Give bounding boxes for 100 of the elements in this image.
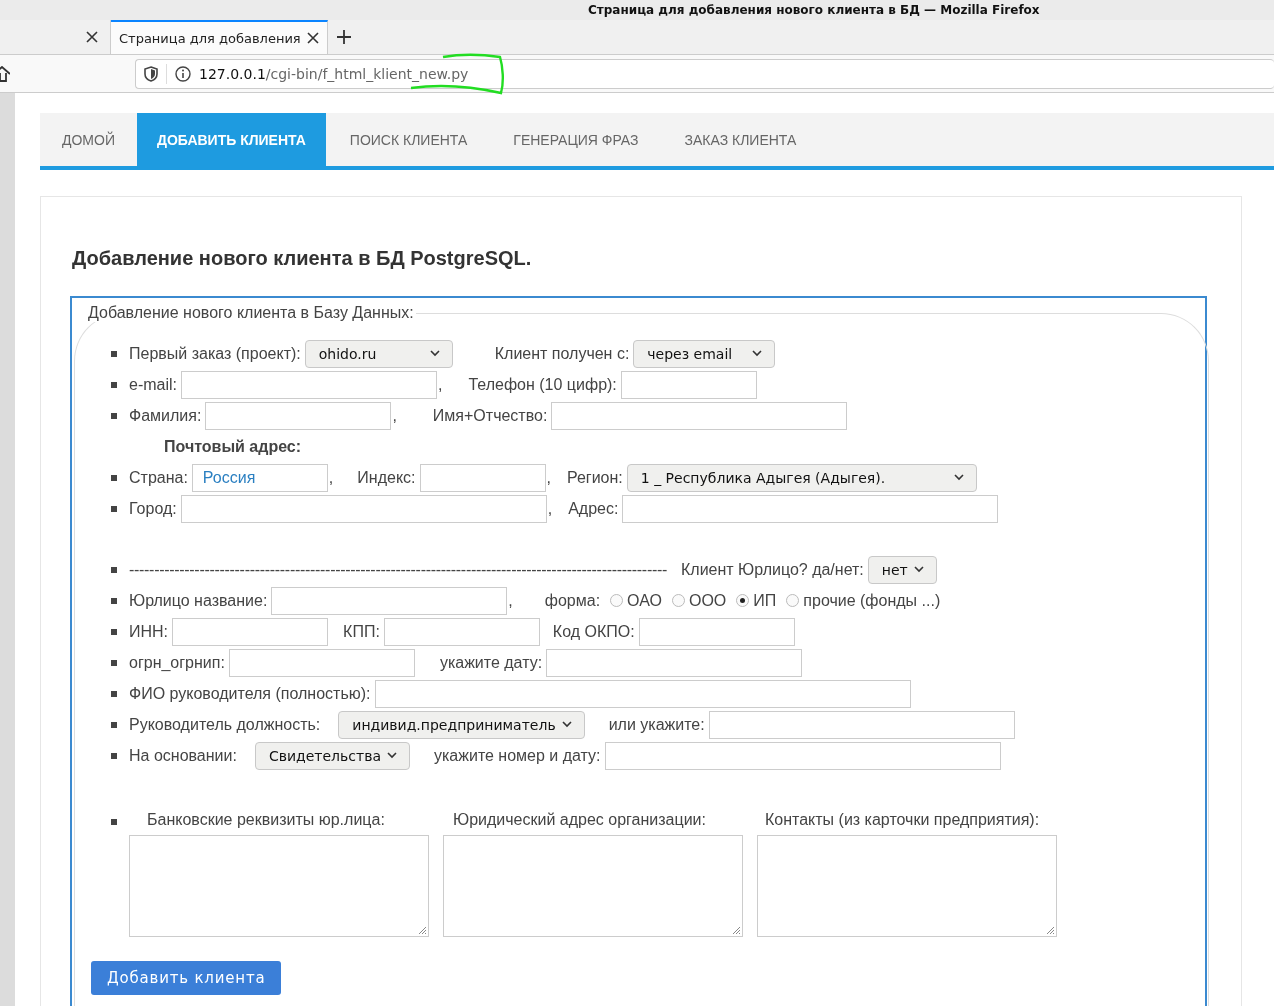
input-field[interactable]: [172, 617, 329, 646]
chevron-icon: [752, 350, 763, 357]
browser-tab[interactable]: Страница для добавления: [111, 20, 328, 54]
field-label: Город:: [129, 499, 177, 518]
window-title: Страница для добавления нового клиента в БД — Mozilla Firefox: [588, 3, 1040, 17]
comma-text: ,: [546, 468, 551, 487]
text-area[interactable]: [757, 835, 1057, 937]
comma-text: ,: [328, 468, 334, 487]
input-field[interactable]: [620, 370, 757, 399]
field-label: Руководитель должность:: [129, 715, 321, 734]
input-field[interactable]: Россия: [191, 463, 328, 492]
radio-button[interactable]: [736, 594, 750, 607]
add-client-button[interactable]: Добавить клиента: [91, 961, 282, 995]
input-field[interactable]: [604, 741, 1001, 770]
input-field[interactable]: [638, 617, 795, 646]
radio-button[interactable]: [671, 594, 685, 607]
resize-handle-icon[interactable]: [1046, 926, 1055, 935]
field-label: огрн_огрнип:: [129, 653, 225, 672]
radio-option[interactable]: ИП: [736, 591, 777, 610]
bullet-icon: [111, 566, 117, 573]
resize-handle-icon[interactable]: [732, 926, 741, 935]
bullet-icon: [111, 819, 117, 825]
bullet-icon: [111, 721, 117, 728]
field-label: Страна:: [129, 468, 188, 487]
input-field[interactable]: [546, 648, 803, 677]
input-field[interactable]: [374, 679, 911, 708]
field-label: Адрес:: [568, 499, 619, 518]
field-label: Телефон (10 цифр):: [468, 375, 617, 394]
bullet-icon: [111, 628, 117, 635]
input-field[interactable]: [622, 494, 999, 523]
field-label: Первый заказ (проект):: [129, 344, 301, 363]
comma-text: ,: [438, 375, 443, 394]
radio-option[interactable]: ОАО: [610, 591, 662, 610]
radio-option[interactable]: ООО: [671, 591, 727, 610]
resize-handle-icon[interactable]: [418, 926, 427, 935]
dropdown[interactable]: 1 _ Республика Адыгея (Адыгея).: [626, 463, 977, 492]
field-label: Регион:: [566, 468, 623, 487]
url-text: 127.0.0.1/cgi-bin/f_html_klient_new.py: [199, 65, 469, 82]
field-label: Юрлицо название:: [129, 591, 268, 610]
chevron-icon: [913, 566, 924, 573]
form-legend: Добавление нового клиента в Базу Данных:: [88, 304, 416, 322]
field-label: Имя+Отчество:: [432, 406, 548, 425]
field-label: Банковские реквизиты юр.лица:: [146, 811, 386, 829]
field-label: e-mail:: [129, 375, 177, 394]
input-field[interactable]: [181, 370, 437, 399]
menu-item[interactable]: ГЕНЕРАЦИЯ ФРАЗ: [489, 113, 661, 166]
close-icon[interactable]: [86, 31, 98, 43]
bullet-icon: [111, 474, 117, 481]
tab-title: Страница для добавления: [119, 30, 301, 46]
dropdown[interactable]: через email: [633, 339, 776, 368]
section-heading: Почтовый адрес:: [164, 437, 302, 456]
field-label: Контакты (из карточки предприятия):: [764, 811, 1041, 829]
new-tab-icon[interactable]: [335, 29, 352, 45]
dropdown[interactable]: ohido.ru: [304, 339, 453, 368]
input-field[interactable]: [551, 401, 848, 430]
dropdown[interactable]: нет: [867, 555, 937, 584]
field-label: Юридический адрес организации:: [452, 811, 707, 829]
radio-button[interactable]: [786, 594, 800, 607]
radio-option[interactable]: прочие (фонды ...): [786, 591, 941, 610]
bullet-icon: [111, 690, 117, 697]
text-area[interactable]: [129, 835, 429, 937]
bullet-icon: [111, 350, 117, 357]
input-field[interactable]: [205, 401, 392, 430]
info-icon: [175, 65, 191, 82]
input-field[interactable]: [419, 463, 546, 492]
text-area[interactable]: [443, 835, 743, 937]
chevron-icon: [387, 752, 397, 759]
dropdown[interactable]: индивид.предприниматель: [338, 710, 585, 739]
field-label: Клиент получен с:: [494, 344, 630, 363]
input-field[interactable]: [708, 710, 1015, 739]
input-field[interactable]: [180, 494, 547, 523]
bullet-icon: [111, 659, 117, 666]
field-label: ИНН:: [129, 622, 169, 641]
field-label: Код ОКПО:: [552, 622, 635, 641]
field-label: или укажите:: [608, 715, 705, 734]
comma-text: ,: [508, 591, 513, 610]
address-bar[interactable]: 127.0.0.1/cgi-bin/f_html_klient_new.py: [135, 58, 1274, 89]
chevron-icon: [561, 721, 572, 728]
menu-item[interactable]: ЗАКАЗ КЛИЕНТА: [660, 113, 819, 166]
bullet-icon: [111, 752, 117, 759]
chevron-icon: [953, 474, 964, 481]
menu-item[interactable]: ПОИСК КЛИЕНТА: [325, 113, 490, 166]
menu-item[interactable]: ДОМОЙ: [40, 113, 137, 166]
field-label: Индекс:: [357, 468, 416, 487]
bullet-icon: [111, 412, 117, 419]
field-label: укажите дату:: [439, 653, 543, 672]
input-field[interactable]: [228, 648, 415, 677]
field-label: ФИО руководителя (полностью):: [129, 684, 371, 703]
close-icon[interactable]: [306, 32, 319, 44]
radio-button[interactable]: [610, 594, 624, 607]
page-heading: Добавление нового клиента в БД PostgreSQL.: [72, 247, 533, 270]
dropdown[interactable]: Свидетельства: [254, 741, 410, 770]
comma-text: ,: [392, 406, 397, 425]
input-field[interactable]: [271, 586, 508, 615]
input-field[interactable]: [383, 617, 540, 646]
bullet-icon: [111, 381, 117, 388]
field-label: форма:: [544, 591, 601, 610]
bullet-icon: [111, 505, 117, 512]
comma-text: ,: [547, 499, 553, 518]
home-icon[interactable]: [0, 65, 10, 82]
